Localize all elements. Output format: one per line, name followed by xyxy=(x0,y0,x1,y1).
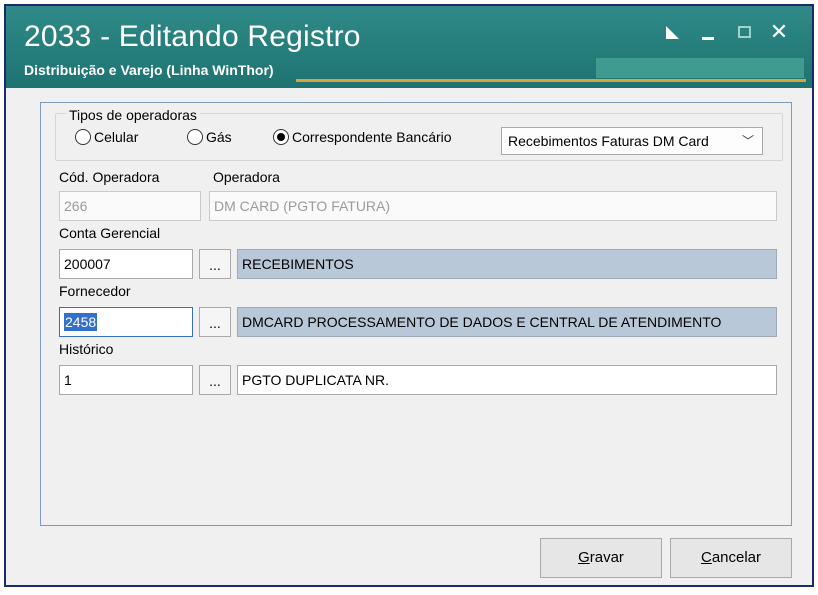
radio-gas-label: Gás xyxy=(206,129,232,145)
historico-lookup-button[interactable]: ... xyxy=(199,365,231,395)
save-button-mnemonic: G xyxy=(578,549,590,566)
fornecedor-label: Fornecedor xyxy=(59,283,131,299)
historico-code-field[interactable]: 1 xyxy=(59,365,193,395)
save-button-label: ravar xyxy=(589,549,624,566)
operadora-field[interactable]: DM CARD (PGTO FATURA) xyxy=(209,191,777,221)
conta-gerencial-lookup-button[interactable]: ... xyxy=(199,249,231,279)
operadora-label: Operadora xyxy=(213,169,280,185)
title-bar[interactable]: 2033 - Editando Registro Distribuição e … xyxy=(6,6,812,88)
cod-operadora-label: Cód. Operadora xyxy=(59,169,160,185)
radio-correspondente-bancario[interactable]: Correspondente Bancário xyxy=(273,127,452,147)
radio-celular-label: Celular xyxy=(94,129,139,145)
radio-gas-icon[interactable] xyxy=(187,129,203,145)
title-accent-line xyxy=(296,79,806,82)
restore-icon[interactable] xyxy=(660,20,686,44)
radio-gas[interactable]: Gás xyxy=(187,127,232,147)
radio-celular-icon[interactable] xyxy=(75,129,91,145)
cod-operadora-field[interactable]: 266 xyxy=(59,191,201,221)
fornecedor-code-field[interactable]: 2458 xyxy=(59,307,193,337)
maximize-icon[interactable] xyxy=(732,20,758,44)
historico-label: Histórico xyxy=(59,341,114,357)
historico-description-field[interactable]: PGTO DUPLICATA NR. xyxy=(237,365,777,395)
cancel-button-mnemonic: C xyxy=(700,549,712,566)
close-icon[interactable]: ✕ xyxy=(766,20,792,44)
cancel-button[interactable]: Cancelar xyxy=(670,538,792,578)
fornecedor-lookup-button[interactable]: ... xyxy=(199,307,231,337)
operator-select[interactable]: Recebimentos Faturas DM Card ﹀ xyxy=(501,127,763,155)
conta-gerencial-code-field[interactable]: 200007 xyxy=(59,249,193,279)
dialog-window: 2033 - Editando Registro Distribuição e … xyxy=(4,4,814,587)
chevron-down-icon[interactable]: ﹀ xyxy=(742,128,754,154)
radio-correspondente-bancario-label: Correspondente Bancário xyxy=(292,129,452,145)
window-subtitle: Distribuição e Varejo (Linha WinThor) xyxy=(24,62,274,78)
fornecedor-code-selection: 2458 xyxy=(64,313,98,331)
cancel-button-label: ancelar xyxy=(711,549,762,566)
save-button[interactable]: Gravar xyxy=(540,538,662,578)
radio-correspondente-bancario-icon[interactable] xyxy=(273,129,289,145)
window-title: 2033 - Editando Registro xyxy=(24,20,361,53)
conta-gerencial-label: Conta Gerencial xyxy=(59,225,161,241)
radio-celular[interactable]: Celular xyxy=(75,127,138,147)
conta-gerencial-description: RECEBIMENTOS xyxy=(237,249,777,279)
title-decoration-strip xyxy=(596,58,804,78)
minimize-icon[interactable] xyxy=(696,20,722,44)
form-panel: Tipos de operadoras Celular Gás Correspo… xyxy=(40,102,792,526)
fornecedor-description: DMCARD PROCESSAMENTO DE DADOS E CENTRAL … xyxy=(237,307,777,337)
operator-select-value: Recebimentos Faturas DM Card xyxy=(508,133,709,149)
operator-types-legend: Tipos de operadoras xyxy=(66,107,200,123)
